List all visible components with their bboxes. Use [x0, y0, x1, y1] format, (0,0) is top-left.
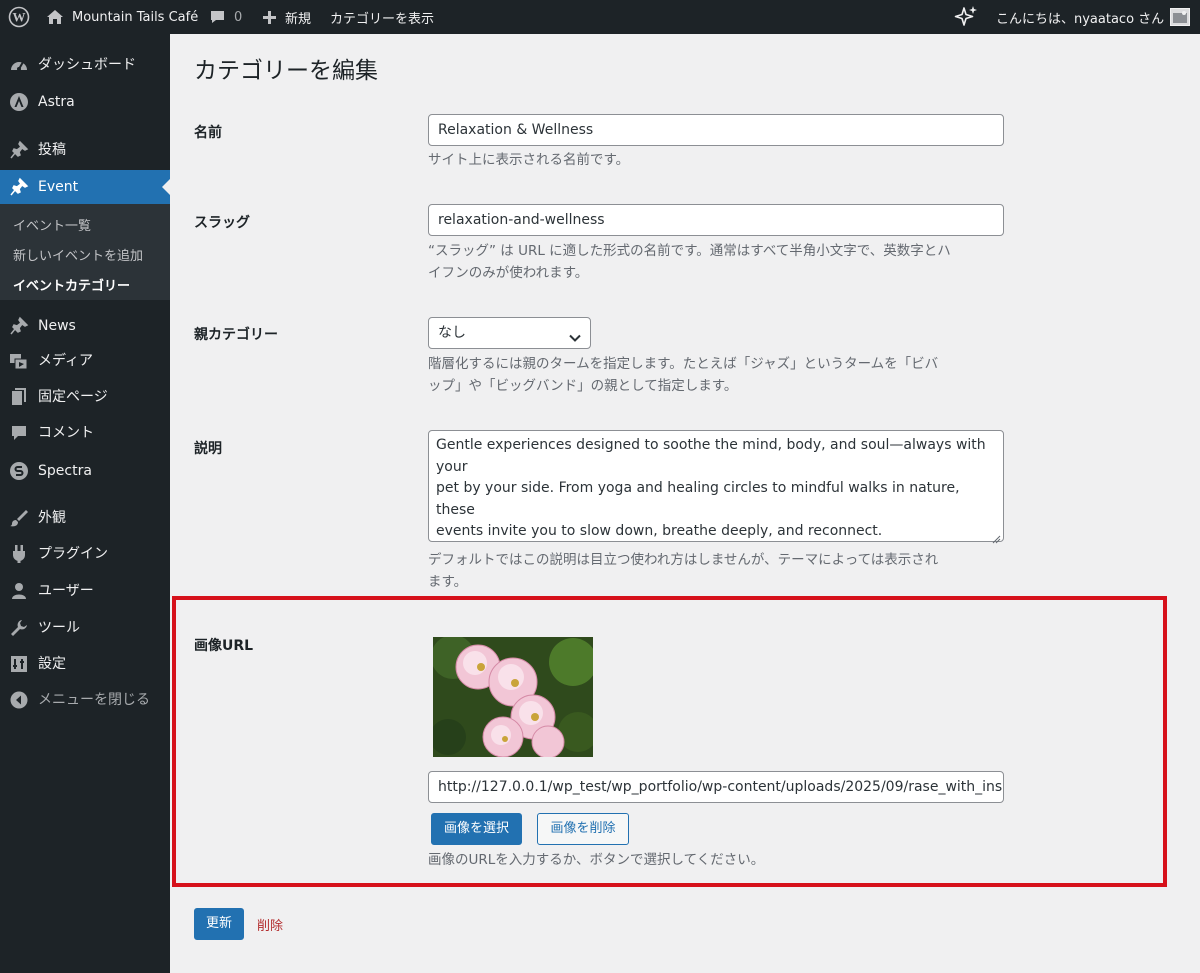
sidebar-item-plugins[interactable]: プラグイン: [0, 537, 170, 571]
description-label: 説明: [194, 441, 222, 457]
image-url-label: 画像URL: [194, 638, 254, 654]
sidebar-item-media[interactable]: メディア: [0, 344, 170, 378]
sparkle-icon[interactable]: [954, 0, 978, 34]
home-icon[interactable]: [46, 0, 64, 34]
description-textarea[interactable]: Gentle experiences designed to soothe th…: [428, 430, 1004, 544]
site-name-link[interactable]: Mountain Tails Café: [72, 0, 198, 34]
sidebar-item-tools[interactable]: ツール: [0, 611, 170, 645]
description-help-line: デフォルトではこの説明は目立つ使われ方はしませんが、テーマによっては表示され: [428, 552, 939, 568]
sidebar-item-settings[interactable]: 設定: [0, 647, 170, 681]
description-text-line: events invite you to slow down, breathe …: [436, 523, 883, 539]
event-submenu: イベント一覧 新しいイベントを追加 イベントカテゴリー: [0, 204, 170, 300]
media-icon: [9, 351, 29, 371]
pin-icon: [9, 177, 29, 197]
sidebar-item-label: Event: [38, 179, 79, 195]
admin-sidebar: ダッシュボード Astra 投稿 Event イベント一覧 新しいイベントを追加…: [0, 34, 170, 973]
settings-icon: [9, 654, 29, 674]
page-title: カテゴリーを編集: [194, 58, 378, 84]
sidebar-item-label: ユーザー: [38, 583, 94, 599]
comment-icon[interactable]: [209, 0, 226, 34]
spectra-icon: [9, 461, 29, 481]
image-preview: [433, 637, 593, 757]
parent-select[interactable]: なし: [428, 317, 591, 349]
sidebar-item-label: ダッシュボード: [38, 57, 136, 73]
sidebar-item-label: Spectra: [38, 463, 92, 479]
current-menu-arrow: [162, 179, 170, 195]
submenu-item-event-list[interactable]: イベント一覧: [13, 215, 91, 234]
sidebar-item-label: コメント: [38, 425, 94, 441]
collapse-icon: [9, 690, 29, 710]
sidebar-item-label: ツール: [38, 620, 80, 636]
parent-description-line: 階層化するには親のタームを指定します。たとえば「ジャズ」というタームを「ビバ: [428, 356, 939, 372]
comments-count[interactable]: 0: [234, 0, 242, 34]
sidebar-item-posts[interactable]: 投稿: [0, 133, 170, 167]
sidebar-item-users[interactable]: ユーザー: [0, 574, 170, 608]
sidebar-item-label: メディア: [38, 353, 94, 369]
resize-handle-icon[interactable]: [992, 530, 1001, 544]
sidebar-item-label: メニューを閉じる: [38, 692, 150, 708]
image-section-highlight: [172, 596, 1167, 887]
sidebar-item-label: プラグイン: [38, 546, 108, 562]
sidebar-item-comments[interactable]: コメント: [0, 416, 170, 450]
name-label: 名前: [194, 125, 222, 141]
submenu-item-event-category[interactable]: イベントカテゴリー: [13, 275, 130, 294]
image-help: 画像のURLを入力するか、ボタンで選択してください。: [428, 852, 765, 868]
parent-select-value: なし: [438, 325, 466, 341]
sidebar-item-label: News: [38, 318, 76, 334]
slug-description-line: “スラッグ” は URL に適した形式の名前です。通常はすべて半角小文字で、英数…: [428, 243, 951, 259]
sidebar-item-appearance[interactable]: 外観: [0, 501, 170, 535]
slug-field[interactable]: relaxation-and-wellness: [428, 204, 1004, 236]
new-content-link[interactable]: 新規: [285, 0, 311, 34]
delete-link[interactable]: 削除: [257, 915, 283, 934]
slug-description-line: イフンのみが使われます。: [428, 265, 589, 281]
main-content: カテゴリーを編集 名前 Relaxation & Wellness サイト上に表…: [170, 34, 1200, 973]
admin-bar: W Mountain Tails Café 0 新規 カテゴリーを表示 こんにち…: [0, 0, 1200, 34]
brush-icon: [9, 508, 29, 528]
sidebar-item-label: 固定ページ: [38, 389, 108, 405]
sidebar-item-event[interactable]: Event: [0, 170, 170, 204]
sidebar-item-label: 投稿: [38, 142, 66, 158]
sidebar-item-spectra[interactable]: Spectra: [0, 454, 170, 488]
sidebar-item-news[interactable]: News: [0, 309, 170, 343]
dashboard-icon: [9, 55, 29, 75]
select-image-button[interactable]: 画像を選択: [431, 813, 522, 845]
user-icon: [9, 581, 29, 601]
sidebar-item-label: Astra: [38, 94, 75, 110]
astra-icon: [9, 92, 29, 112]
greeting[interactable]: こんにちは、nyaataco さん: [996, 0, 1164, 34]
sidebar-item-astra[interactable]: Astra: [0, 85, 170, 119]
description-text-line: Gentle experiences designed to soothe th…: [436, 437, 986, 475]
parent-description-line: ップ」や「ビッグバンド」の親として指定します。: [428, 378, 738, 394]
pin-icon: [9, 316, 29, 336]
wordpress-icon[interactable]: W: [8, 0, 30, 34]
image-url-field[interactable]: http://127.0.0.1/wp_test/wp_portfolio/wp…: [428, 771, 1004, 803]
sidebar-item-label: 設定: [38, 656, 66, 672]
description-help: デフォルトではこの説明は目立つ使われ方はしませんが、テーマによっては表示され ま…: [428, 549, 1004, 593]
name-field[interactable]: Relaxation & Wellness: [428, 114, 1004, 146]
parent-label: 親カテゴリー: [194, 327, 278, 343]
sidebar-item-label: 外観: [38, 510, 66, 526]
view-category-link[interactable]: カテゴリーを表示: [330, 0, 434, 34]
plus-icon[interactable]: [262, 0, 277, 34]
svg-text:W: W: [13, 10, 26, 25]
update-button[interactable]: 更新: [194, 908, 244, 940]
description-text-line: pet by your side. From yoga and healing …: [436, 480, 960, 518]
chevron-down-icon: [568, 326, 582, 342]
sidebar-item-dashboard[interactable]: ダッシュボード: [0, 48, 170, 82]
page-icon: [9, 387, 29, 407]
sidebar-item-pages[interactable]: 固定ページ: [0, 380, 170, 414]
comment-icon: [9, 423, 29, 443]
wrench-icon: [9, 618, 29, 638]
collapse-menu-button[interactable]: メニューを閉じる: [0, 683, 170, 717]
remove-image-button[interactable]: 画像を削除: [537, 813, 629, 845]
description-help-line: ます。: [428, 574, 468, 590]
plugin-icon: [9, 544, 29, 564]
pin-icon: [9, 140, 29, 160]
submenu-item-add-event[interactable]: 新しいイベントを追加: [13, 245, 143, 264]
slug-label: スラッグ: [194, 215, 250, 231]
avatar[interactable]: [1170, 0, 1190, 34]
name-description: サイト上に表示される名前です。: [428, 152, 630, 168]
slug-description: “スラッグ” は URL に適した形式の名前です。通常はすべて半角小文字で、英数…: [428, 240, 1004, 284]
parent-description: 階層化するには親のタームを指定します。たとえば「ジャズ」というタームを「ビバ ッ…: [428, 353, 1004, 397]
